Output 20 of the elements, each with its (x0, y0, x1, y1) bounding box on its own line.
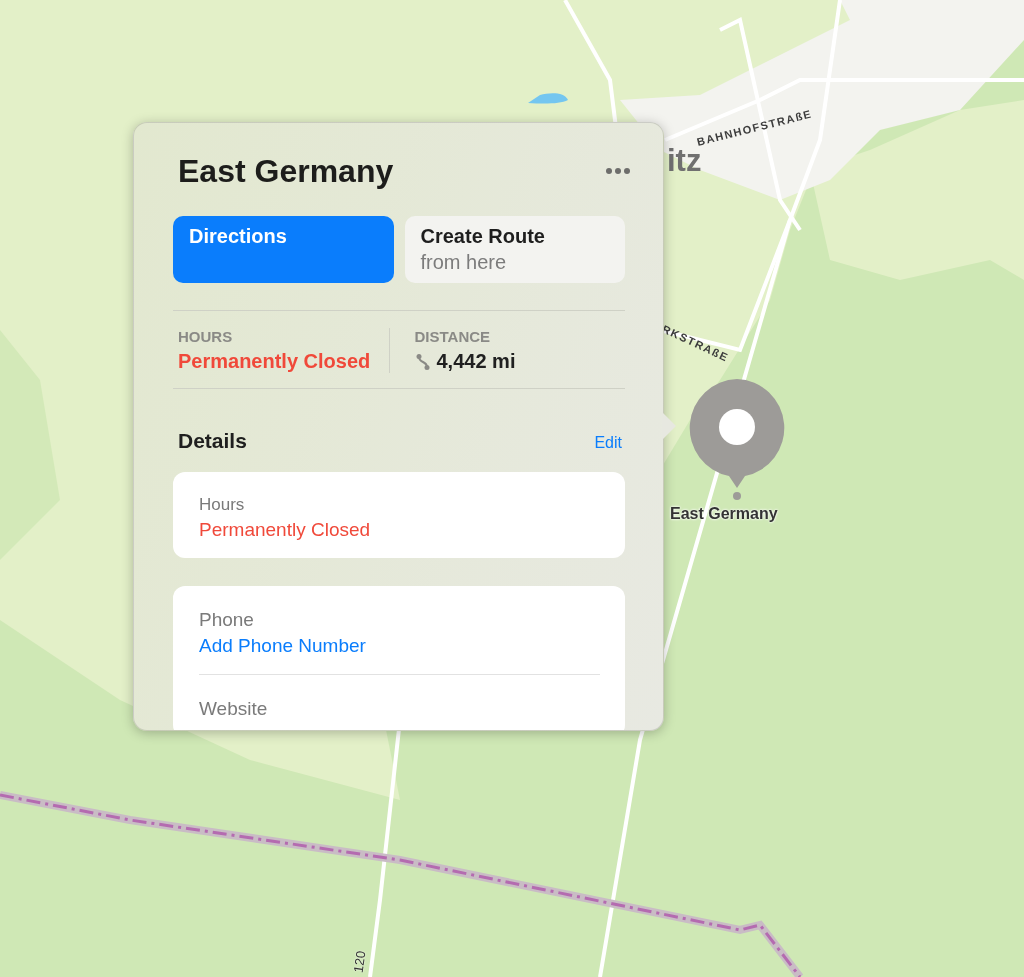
location-pin-icon[interactable] (689, 379, 785, 500)
lake (528, 93, 568, 104)
place-title: East Germany (178, 152, 394, 190)
route-icon (414, 352, 431, 371)
more-icon[interactable] (605, 167, 631, 175)
hours-status: Permanently Closed (178, 350, 371, 373)
section-title: Details (178, 429, 247, 453)
directions-button[interactable]: Directions (173, 216, 394, 283)
field-label: Phone (199, 609, 255, 631)
create-route-button[interactable]: Create Route from here (404, 216, 625, 283)
info-heading: DISTANCE (414, 328, 492, 345)
edit-link[interactable]: Edit (594, 434, 622, 452)
add-link[interactable]: Add Phone Number (199, 635, 600, 657)
hours-status: Permanently Closed (199, 519, 372, 541)
field-label: Website (199, 698, 269, 720)
distance-value: 4,442 mi (436, 350, 516, 373)
field-label: Hours (199, 495, 246, 515)
pin-label: East Germany (670, 505, 778, 523)
info-heading: HOURS (178, 328, 234, 345)
route-number: 120 (350, 949, 369, 974)
